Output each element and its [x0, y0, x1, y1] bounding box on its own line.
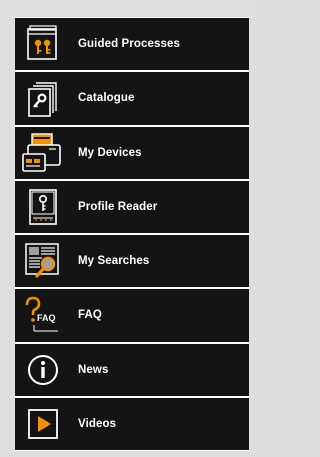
- faq-icon-text: FAQ: [37, 313, 56, 323]
- menu-item-label: Catalogue: [78, 92, 135, 105]
- guided-processes-icon: [18, 19, 68, 69]
- menu-item-videos[interactable]: Videos: [15, 397, 249, 450]
- menu-item-label: FAQ: [78, 309, 102, 322]
- menu-item-label: Videos: [78, 417, 117, 430]
- menu-item-my-searches[interactable]: My Searches: [15, 235, 249, 288]
- app-frame: Guided Processes Catalogue My Devices Pr…: [0, 0, 256, 457]
- menu-item-label: News: [78, 363, 109, 376]
- menu-item-label: My Searches: [78, 255, 150, 268]
- faq-icon: FAQ: [18, 290, 68, 340]
- my-searches-icon: [18, 236, 68, 286]
- menu-item-profile-reader[interactable]: Profile Reader: [15, 180, 249, 233]
- menu-item-guided-processes[interactable]: Guided Processes: [15, 18, 249, 71]
- menu-item-news[interactable]: News: [15, 343, 249, 396]
- menu-item-label: My Devices: [78, 146, 142, 159]
- my-devices-icon: [18, 128, 68, 178]
- profile-reader-icon: [18, 182, 68, 232]
- menu-item-label: Profile Reader: [78, 200, 158, 213]
- videos-icon: [18, 399, 68, 449]
- main-menu: Guided Processes Catalogue My Devices Pr…: [15, 17, 249, 451]
- menu-item-my-devices[interactable]: My Devices: [15, 126, 249, 179]
- news-icon: [18, 345, 68, 395]
- catalogue-icon: [18, 73, 68, 123]
- menu-item-faq[interactable]: FAQ FAQ: [15, 289, 249, 342]
- menu-item-catalogue[interactable]: Catalogue: [15, 72, 249, 125]
- menu-item-label: Guided Processes: [78, 38, 180, 51]
